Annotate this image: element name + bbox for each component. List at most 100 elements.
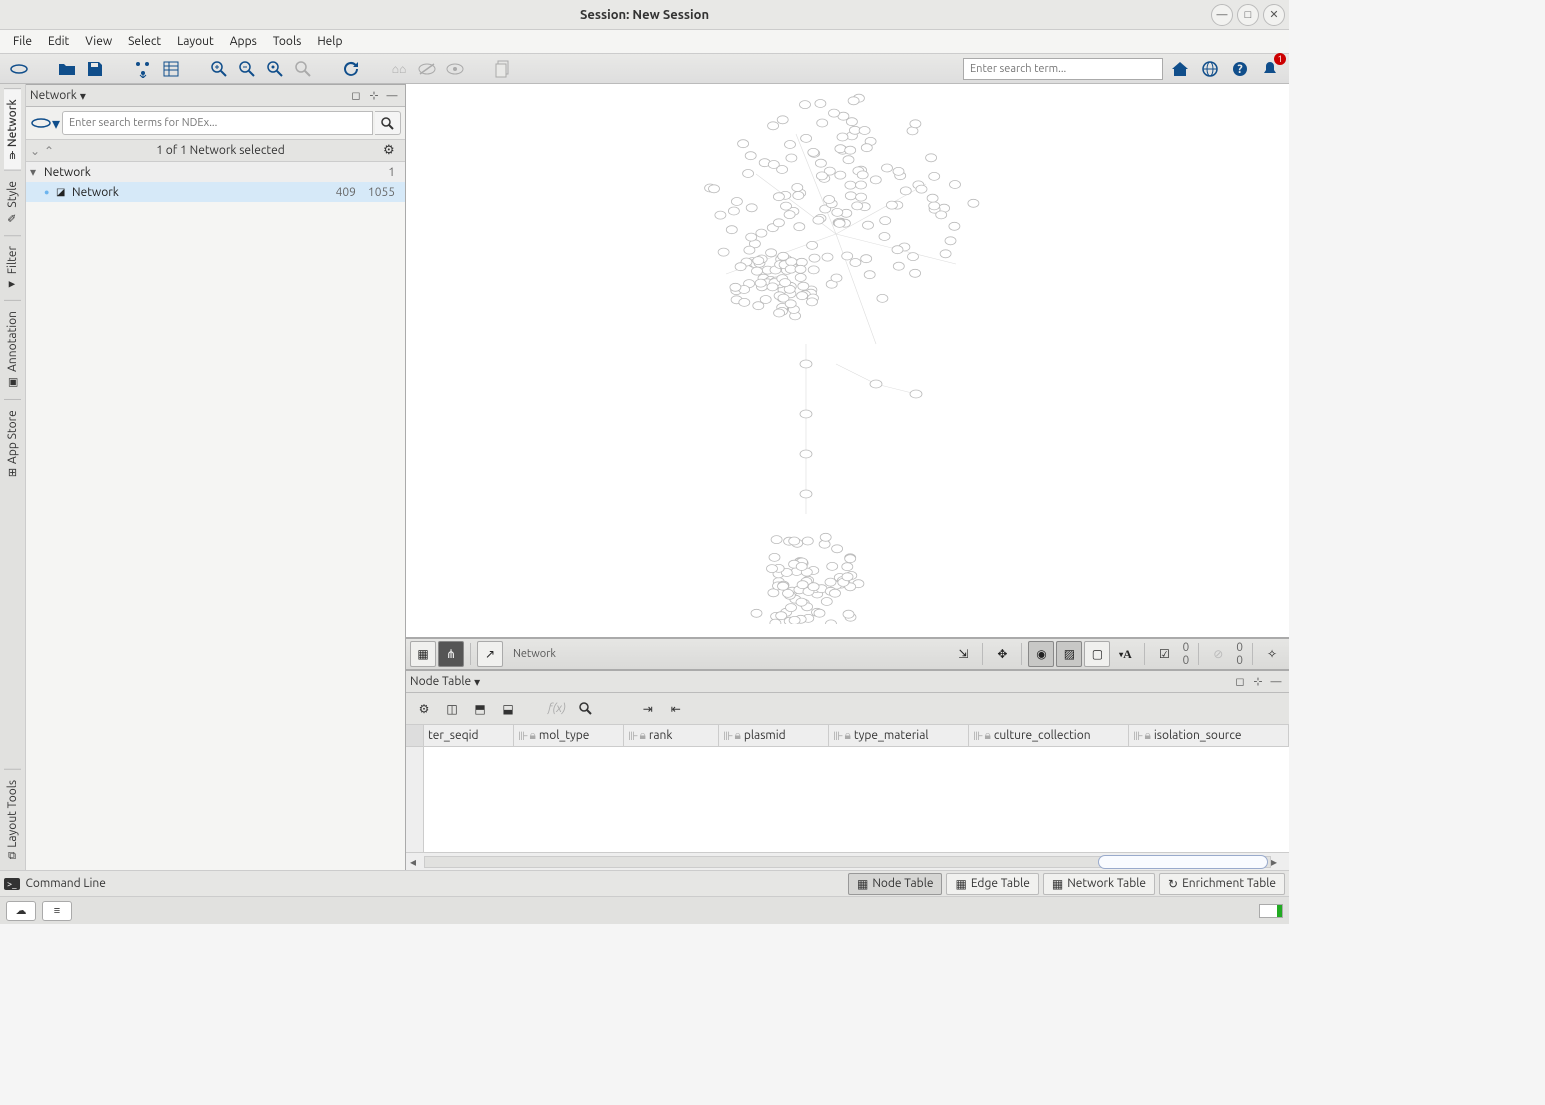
scroll-right-icon[interactable]: ▸ [1271, 855, 1285, 869]
pin-icon[interactable]: ⊹ [365, 87, 383, 105]
help-icon[interactable]: ? [1227, 56, 1253, 82]
tree-root[interactable]: ▾ Network 1 [26, 162, 405, 182]
minimize-button[interactable]: — [1211, 4, 1233, 26]
menu-help[interactable]: Help [310, 33, 349, 50]
table-toolbar: ⚙ ◫ ⬒ ⬓ f(x) ⇥ ⇤ [406, 693, 1289, 725]
table-export-icon[interactable]: ⬓ [496, 697, 520, 721]
globe-icon[interactable] [1197, 56, 1223, 82]
minimize-panel-icon[interactable]: — [383, 87, 401, 105]
selection-status: 1 of 1 Network selected [58, 144, 383, 157]
ndex-search-button[interactable] [375, 111, 401, 135]
gear-icon[interactable]: ⚙ [383, 143, 401, 158]
node-count: 409 [328, 186, 362, 199]
maximize-button[interactable]: □ [1237, 4, 1259, 26]
col-rank[interactable]: ⊪🔒︎rank [624, 725, 719, 746]
scroll-left-icon[interactable]: ◂ [410, 855, 424, 869]
sort-icon: ⊪ [1133, 729, 1143, 743]
scroll-thumb[interactable] [1098, 855, 1268, 869]
sidetab-filter[interactable]: ▼Filter [4, 235, 21, 300]
table-out-icon[interactable]: ⇤ [664, 697, 688, 721]
table-columns-icon[interactable]: ◫ [440, 697, 464, 721]
zoom-in-icon[interactable] [206, 56, 232, 82]
cloud-icon[interactable]: ☁ [6, 901, 36, 921]
show-labels-toggle[interactable]: ▢ [1084, 641, 1110, 667]
brush-icon: ✎ [6, 212, 19, 225]
bird-eye-icon[interactable]: ✥ [989, 641, 1015, 667]
export-icon[interactable]: ⇲ [950, 641, 976, 667]
menubar: File Edit View Select Layout Apps Tools … [0, 30, 1289, 54]
table-settings-icon[interactable]: ⚙ [412, 697, 436, 721]
ndex-icon[interactable]: ▾ [30, 113, 60, 133]
dock-table-icon[interactable]: ◻ [1231, 673, 1249, 691]
window-title: Session: New Session [580, 8, 709, 22]
layout-icon: ⧉ [9, 850, 17, 862]
sidetab-layouttools[interactable]: ⧉Layout Tools [4, 769, 21, 870]
sidetab-style[interactable]: ✎Style [4, 170, 21, 235]
zoom-out-icon[interactable] [234, 56, 260, 82]
network-view-icon[interactable]: ⋔ [438, 641, 464, 667]
sidetab-annotation[interactable]: ▣Annotation [4, 300, 21, 399]
menu-select[interactable]: Select [121, 33, 168, 50]
table-body[interactable] [406, 747, 1289, 852]
tab-enrichment-table[interactable]: ↻Enrichment Table [1159, 873, 1285, 895]
table-panel-title[interactable]: Node Table ▾ [410, 675, 480, 689]
menu-edit[interactable]: Edit [41, 33, 76, 50]
close-button[interactable]: ✕ [1263, 4, 1285, 26]
refresh-icon[interactable] [338, 56, 364, 82]
expand-down-icon[interactable]: ⌄ [30, 144, 44, 158]
table-hscroll[interactable]: ◂ ▸ [406, 852, 1289, 870]
checkbox-icon[interactable]: ☑ [1151, 641, 1177, 667]
bell-icon[interactable]: 1 [1257, 56, 1283, 82]
menu-layout[interactable]: Layout [170, 33, 221, 50]
menu-tools[interactable]: Tools [266, 33, 309, 50]
show-edges-toggle[interactable]: ▨ [1056, 641, 1082, 667]
col-ter-seqid[interactable]: ter_seqid [424, 725, 514, 746]
grid-view-icon[interactable]: ▦ [410, 641, 436, 667]
pin-table-icon[interactable]: ⊹ [1249, 673, 1267, 691]
network-view[interactable] [406, 84, 1289, 638]
list-icon[interactable]: ≡ [42, 901, 72, 921]
col-type-material[interactable]: ⊪🔒︎type_material [829, 725, 969, 746]
ndex-search-input[interactable] [62, 111, 373, 135]
detach-view-icon[interactable]: ↗ [477, 641, 503, 667]
collapse-icon[interactable]: ▾ [30, 165, 44, 179]
copy-icon [490, 56, 516, 82]
open-icon[interactable] [54, 56, 80, 82]
memory-indicator[interactable] [1259, 904, 1283, 918]
col-isolation-source[interactable]: ⊪🔒︎isolation_source [1129, 725, 1289, 746]
save-icon[interactable] [82, 56, 108, 82]
table-in-icon[interactable]: ⇥ [636, 697, 660, 721]
table-search-icon[interactable] [574, 697, 598, 721]
menu-apps[interactable]: Apps [223, 33, 264, 50]
col-mol-type[interactable]: ⊪🔒︎mol_type [514, 725, 624, 746]
tab-edge-table[interactable]: ▦Edge Table [946, 873, 1038, 895]
command-line-label[interactable]: Command Line [26, 877, 106, 890]
fit-selected-icon[interactable]: ✧ [1259, 641, 1285, 667]
always-show-label-icon[interactable]: ▾A [1112, 641, 1138, 667]
ndex-logo-button[interactable] [6, 56, 32, 82]
table-import-icon[interactable]: ⬒ [468, 697, 492, 721]
import-network-icon[interactable] [130, 56, 156, 82]
minimize-table-icon[interactable]: — [1267, 673, 1285, 691]
zoom-fit-icon[interactable] [262, 56, 288, 82]
sidetab-network[interactable]: ⋔Network [4, 88, 21, 170]
tree-item-network[interactable]: ● ◪ Network 409 1055 [26, 182, 405, 202]
search-input[interactable] [963, 58, 1163, 80]
menu-view[interactable]: View [78, 33, 119, 50]
formula-icon[interactable]: f(x) [544, 702, 570, 715]
sidetab-appstore[interactable]: ⊞App Store [4, 399, 21, 487]
tab-network-table[interactable]: ▦Network Table [1043, 873, 1155, 895]
table-header: ter_seqid ⊪🔒︎mol_type ⊪🔒︎rank ⊪🔒︎plasmid… [406, 725, 1289, 747]
dock-icon[interactable]: ◻ [347, 87, 365, 105]
import-table-icon[interactable] [158, 56, 184, 82]
network-panel-title[interactable]: Network ▾ [30, 89, 86, 103]
col-plasmid[interactable]: ⊪🔒︎plasmid [719, 725, 829, 746]
show-graphics-toggle[interactable]: ◉ [1028, 641, 1054, 667]
expand-up-icon[interactable]: ⌃ [44, 144, 58, 158]
menu-file[interactable]: File [6, 33, 39, 50]
col-culture-collection[interactable]: ⊪🔒︎culture_collection [969, 725, 1129, 746]
selected-dot-icon: ● [44, 187, 56, 197]
table-icon: ▦ [1052, 877, 1063, 891]
tab-node-table[interactable]: ▦Node Table [848, 873, 942, 895]
home-icon[interactable] [1167, 56, 1193, 82]
